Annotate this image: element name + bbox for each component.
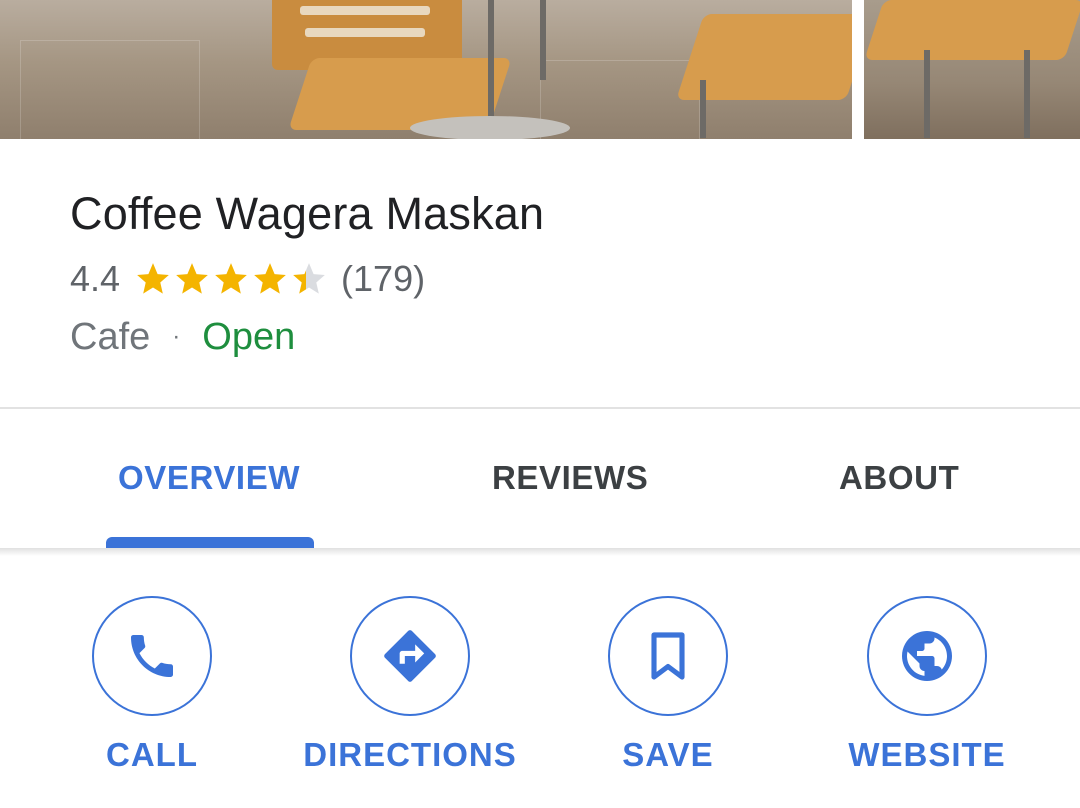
place-category: Cafe: [70, 315, 151, 358]
star-rating: [134, 260, 329, 298]
save-label: SAVE: [622, 736, 714, 773]
tab-bar: OVERVIEW REVIEWS ABOUT: [0, 409, 1080, 548]
star-icon: [215, 263, 247, 294]
save-button[interactable]: SAVE: [578, 596, 758, 774]
website-button-circle[interactable]: [867, 596, 987, 716]
separator-dot: ·: [172, 323, 181, 350]
call-button-circle[interactable]: [92, 596, 212, 716]
active-tab-indicator: [106, 537, 314, 548]
place-photo[interactable]: [0, 0, 852, 139]
bookmark-icon: [651, 632, 685, 680]
globe-icon: [902, 631, 952, 681]
review-count[interactable]: (179): [341, 258, 425, 300]
tab-overview[interactable]: OVERVIEW: [118, 459, 300, 497]
website-label: WEBSITE: [848, 736, 1006, 773]
directions-icon: [384, 630, 436, 682]
photo-strip[interactable]: [0, 0, 1080, 139]
star-icon: [254, 263, 286, 294]
call-button[interactable]: CALL: [62, 596, 242, 774]
star-icon: [293, 263, 325, 294]
save-button-circle[interactable]: [608, 596, 728, 716]
star-icon: [137, 263, 169, 294]
directions-button-circle[interactable]: [350, 596, 470, 716]
directions-label: DIRECTIONS: [303, 736, 517, 773]
star-icon: [176, 263, 208, 294]
rating-value: 4.4: [70, 258, 121, 299]
place-name: Coffee Wagera Maskan: [70, 188, 545, 239]
phone-icon: [131, 635, 173, 677]
website-button[interactable]: WEBSITE: [837, 596, 1017, 774]
tab-bar-shadow: [0, 548, 1080, 556]
directions-button[interactable]: DIRECTIONS: [303, 596, 516, 774]
place-photo[interactable]: [864, 0, 1080, 139]
open-status: Open: [202, 315, 296, 358]
call-label: CALL: [106, 736, 198, 773]
tab-about[interactable]: ABOUT: [839, 459, 959, 497]
rating-row[interactable]: 4.4 (179): [70, 256, 425, 302]
tab-reviews[interactable]: REVIEWS: [492, 459, 648, 497]
meta-row: Cafe · Open: [70, 314, 295, 360]
